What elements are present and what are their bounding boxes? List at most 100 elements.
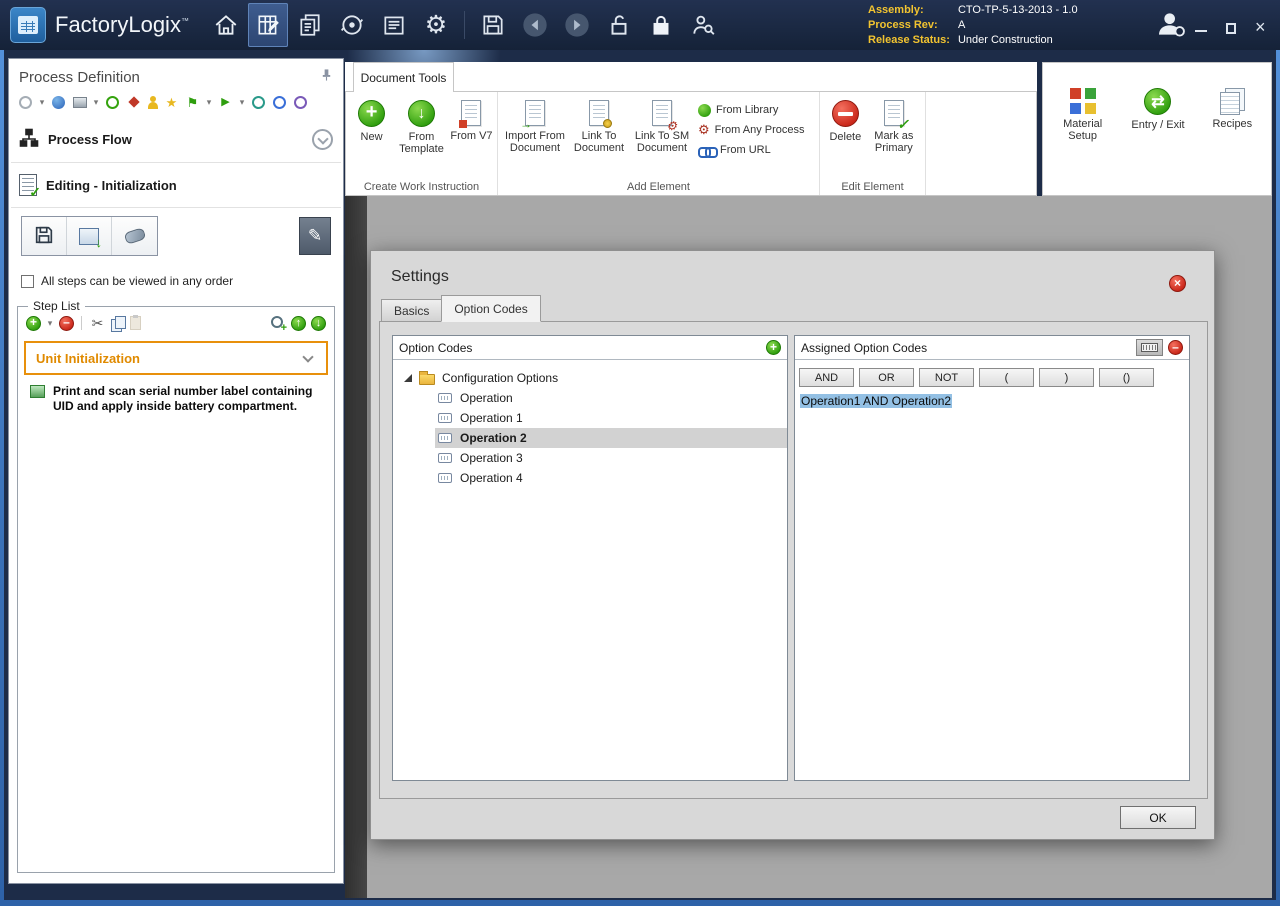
new-icon (358, 100, 385, 127)
person-icon[interactable] (146, 96, 159, 109)
tree-expander-icon[interactable] (404, 374, 412, 382)
tab-basics[interactable]: Basics (381, 299, 442, 322)
step-title: Unit Initialization (36, 351, 304, 366)
routing-button[interactable] (332, 3, 372, 47)
process-documents-button[interactable] (290, 3, 330, 47)
keyboard-icon (1141, 343, 1158, 352)
and-button[interactable]: AND (799, 368, 854, 387)
tree-item-operation-1[interactable]: Operation 1 (435, 408, 787, 428)
order-checkbox[interactable] (21, 275, 34, 288)
process-flow-row[interactable]: Process Flow (9, 117, 343, 162)
paren-pair-button[interactable]: () (1099, 368, 1154, 387)
settings-button[interactable]: ⚙ (416, 3, 456, 47)
tree-item-operation-2[interactable]: Operation 2 (435, 428, 787, 448)
from-url-button[interactable]: From URL (698, 143, 805, 157)
expand-process-flow-icon[interactable] (312, 129, 333, 150)
editing-row[interactable]: Editing - Initialization (9, 163, 343, 207)
recipes-button[interactable]: Recipes (1204, 85, 1260, 185)
mark-as-primary-button[interactable]: Mark as Primary (867, 97, 921, 154)
lock-button[interactable] (641, 3, 681, 47)
option-code-icon (438, 433, 452, 443)
collapsed-side-strip[interactable] (345, 196, 367, 898)
save-button[interactable] (473, 3, 513, 47)
from-library-button[interactable]: From Library (698, 103, 805, 117)
zoom-step-icon[interactable] (271, 316, 286, 331)
operator-buttons: AND OR NOT ( ) () (795, 360, 1189, 387)
paste-icon[interactable] (130, 316, 141, 330)
from-v7-label: From V7 (450, 130, 492, 142)
step-list-item[interactable]: Unit Initialization (24, 341, 328, 375)
delete-button[interactable]: Delete (824, 97, 867, 143)
process-rev-label: Process Rev: (868, 18, 950, 33)
dropdown-caret-icon[interactable] (38, 94, 46, 110)
undo-button[interactable] (515, 3, 555, 47)
tree-item-operation[interactable]: Operation (435, 388, 787, 408)
not-button[interactable]: NOT (919, 368, 974, 387)
play-icon[interactable] (217, 94, 234, 110)
move-step-down-icon[interactable] (311, 316, 326, 331)
tree-item-operation-3[interactable]: Operation 3 (435, 448, 787, 468)
chevron-down-icon[interactable] (302, 351, 313, 362)
add-option-code-icon[interactable] (766, 340, 781, 355)
dropdown-caret-icon[interactable] (238, 94, 246, 110)
status-ring-blue-icon[interactable] (271, 94, 288, 110)
entry-exit-button[interactable]: Entry / Exit (1125, 85, 1191, 185)
material-setup-icon (1070, 88, 1096, 114)
news-button[interactable] (374, 3, 414, 47)
ok-button[interactable]: OK (1120, 806, 1196, 829)
home-button[interactable] (206, 3, 246, 47)
from-any-process-button[interactable]: From Any Process (698, 123, 805, 137)
redo-button[interactable] (557, 3, 597, 47)
import-step-button[interactable] (67, 217, 112, 255)
remove-step-icon[interactable] (59, 316, 74, 331)
user-button[interactable] (1154, 8, 1188, 43)
cut-icon[interactable] (89, 315, 106, 331)
unlock-button[interactable] (599, 3, 639, 47)
work-instruction-editor-button[interactable] (248, 3, 288, 47)
new-button[interactable]: New (350, 97, 393, 143)
erase-step-button[interactable] (112, 217, 157, 255)
dropdown-caret-icon[interactable] (205, 94, 213, 110)
material-setup-button[interactable]: Material Setup (1054, 85, 1112, 185)
dropdown-caret-icon[interactable] (92, 94, 100, 110)
add-step-icon[interactable] (26, 316, 41, 331)
from-any-process-icon (698, 122, 710, 138)
tab-document-tools[interactable]: Document Tools (353, 62, 454, 92)
recycle-icon[interactable] (104, 94, 121, 110)
tree-root-row[interactable]: Configuration Options (393, 368, 787, 388)
flag-icon[interactable] (184, 94, 201, 110)
status-ring-teal-icon[interactable] (250, 94, 267, 110)
add-step-caret-icon[interactable] (46, 315, 54, 331)
globe-icon[interactable] (50, 94, 67, 110)
keyboard-input-button[interactable] (1136, 339, 1163, 356)
pin-tool-icon[interactable] (125, 94, 142, 110)
link-to-document-button[interactable]: Link To Document (568, 97, 630, 154)
from-v7-button[interactable]: From V7 (450, 97, 493, 142)
status-ring-purple-icon[interactable] (292, 94, 309, 110)
tree-item-operation-4[interactable]: Operation 4 (435, 468, 787, 488)
tab-option-codes[interactable]: Option Codes (441, 295, 540, 322)
copy-icon[interactable] (111, 316, 125, 331)
star-icon[interactable] (163, 94, 180, 110)
maximize-icon[interactable] (1224, 22, 1238, 35)
option-code-icon (438, 453, 452, 463)
close-window-icon[interactable] (1254, 22, 1268, 35)
import-from-document-button[interactable]: Import From Document (502, 97, 568, 154)
close-paren-button[interactable]: ) (1039, 368, 1094, 387)
open-paren-button[interactable]: ( (979, 368, 1034, 387)
from-template-button[interactable]: From Template (393, 97, 450, 155)
move-step-up-icon[interactable] (291, 316, 306, 331)
close-dialog-icon[interactable] (1169, 275, 1186, 292)
pin-icon[interactable] (320, 68, 333, 86)
or-button[interactable]: OR (859, 368, 914, 387)
print-icon[interactable] (71, 94, 88, 110)
expression-editor[interactable]: Operation1 AND Operation2 (795, 387, 1189, 415)
step-description-row[interactable]: Print and scan serial number label conta… (18, 375, 334, 422)
link-to-sm-document-button[interactable]: Link To SM Document (630, 97, 694, 154)
minimize-icon[interactable] (1194, 22, 1208, 35)
refresh-icon[interactable] (17, 94, 34, 110)
save-step-button[interactable] (22, 217, 67, 255)
audit-search-button[interactable] (683, 3, 723, 47)
remove-assigned-icon[interactable] (1168, 340, 1183, 355)
edit-work-instruction-button[interactable] (299, 217, 331, 255)
